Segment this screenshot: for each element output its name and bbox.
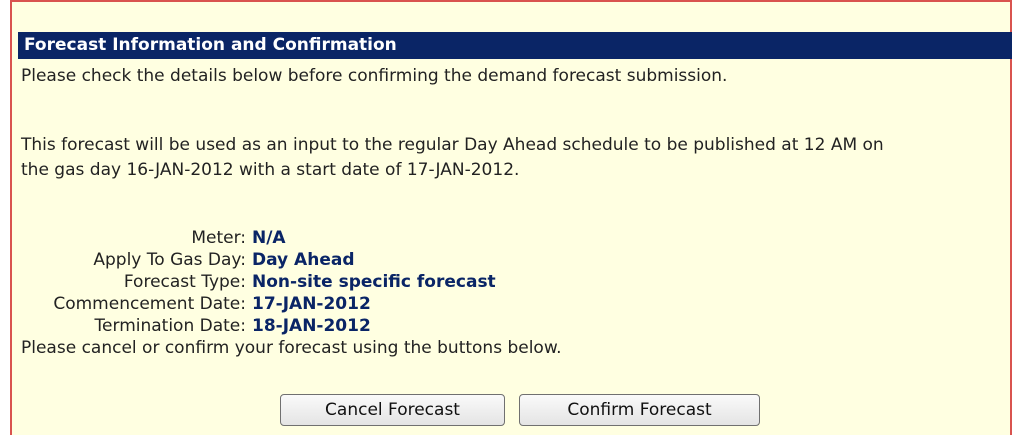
field-row-meter: Meter: N/A — [12, 227, 612, 249]
forecast-type-label: Forecast Type: — [123, 272, 246, 292]
field-row-termination-date: Termination Date: 18-JAN-2012 — [12, 315, 612, 337]
confirm-forecast-button[interactable]: Confirm Forecast — [519, 394, 760, 426]
meter-value: N/A — [252, 228, 286, 248]
field-row-apply-to-gas-day: Apply To Gas Day: Day Ahead — [12, 249, 612, 271]
apply-to-gas-day-label: Apply To Gas Day: — [93, 250, 246, 270]
field-row-commencement-date: Commencement Date: 17-JAN-2012 — [12, 293, 612, 315]
commencement-date-value: 17-JAN-2012 — [252, 294, 371, 314]
forecast-type-value: Non-site specific forecast — [252, 272, 496, 292]
forecast-confirmation-panel: Forecast Information and Confirmation Pl… — [10, 0, 1012, 435]
termination-date-value: 18-JAN-2012 — [252, 316, 371, 336]
commencement-date-label: Commencement Date: — [53, 294, 246, 314]
termination-date-label: Termination Date: — [94, 316, 246, 336]
meter-label: Meter: — [191, 228, 246, 248]
cancel-forecast-button[interactable]: Cancel Forecast — [280, 394, 505, 426]
instruction-text: Please cancel or confirm your forecast u… — [21, 338, 562, 358]
intro-text: Please check the details below before co… — [21, 66, 728, 86]
apply-to-gas-day-value: Day Ahead — [252, 250, 355, 270]
panel-header: Forecast Information and Confirmation — [18, 32, 1012, 59]
field-row-forecast-type: Forecast Type: Non-site specific forecas… — [12, 271, 612, 293]
info-text-line-2: the gas day 16-JAN-2012 with a start dat… — [21, 160, 520, 180]
info-text-line-1: This forecast will be used as an input t… — [21, 135, 884, 155]
